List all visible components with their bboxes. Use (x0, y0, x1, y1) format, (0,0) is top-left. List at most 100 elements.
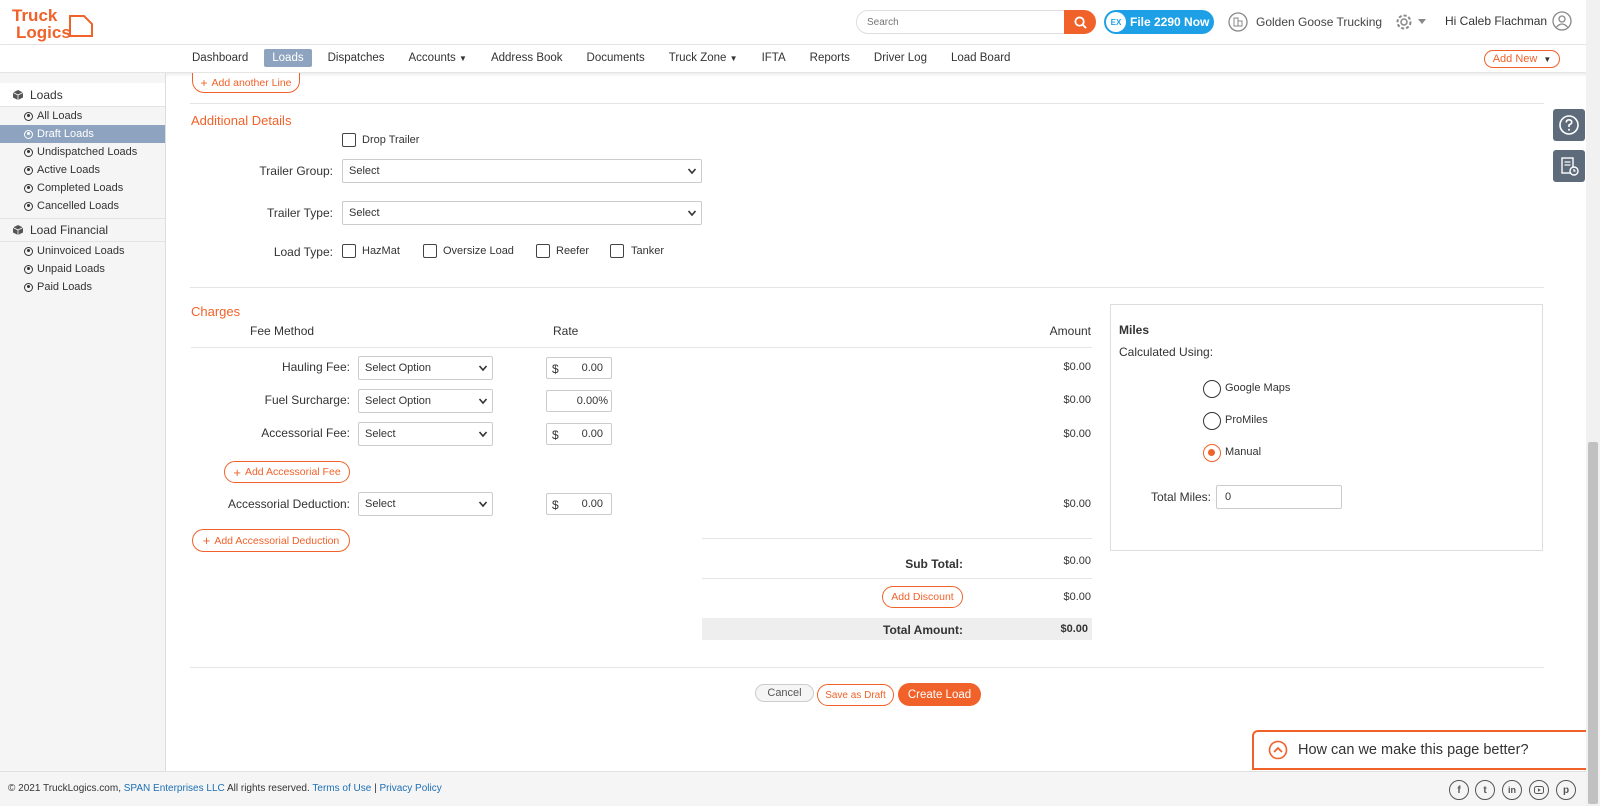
sidebar-item-cancelled-loads[interactable]: Cancelled Loads (0, 197, 165, 215)
create-load-button[interactable]: Create Load (898, 683, 981, 706)
facebook-icon[interactable]: f (1449, 780, 1469, 800)
total-amount-label: Total Amount: (883, 623, 963, 637)
sidebar-item-draft-loads[interactable]: Draft Loads (0, 125, 165, 143)
nav-documents[interactable]: Documents (579, 49, 653, 67)
accessorial-method-value: Select (365, 428, 396, 440)
promiles-radio[interactable] (1203, 412, 1221, 430)
fuel-rate-input[interactable]: 0.00% (546, 390, 612, 412)
total-miles-input[interactable]: 0 (1216, 485, 1342, 509)
accessorial-deduction-label: Accessorial Deduction: (227, 497, 350, 511)
divider (190, 103, 1544, 104)
linkedin-icon[interactable]: in (1502, 780, 1522, 800)
add-another-line-button[interactable]: + Add another Line (192, 73, 300, 93)
hauling-rate-input[interactable]: $ 0.00 (546, 357, 612, 379)
nav-ifta[interactable]: IFTA (754, 49, 794, 67)
oversize-load-label: Oversize Load (443, 245, 514, 257)
sidebar-item-paid-loads[interactable]: Paid Loads (0, 278, 165, 296)
hauling-rate-value: 0.00 (581, 362, 603, 374)
sidebar-item-label: Completed Loads (37, 182, 124, 194)
feedback-widget[interactable]: How can we make this page better? (1252, 730, 1586, 770)
add-accessorial-deduction-label: Add Accessorial Deduction (214, 534, 340, 547)
reefer-checkbox[interactable] (536, 244, 550, 258)
span-enterprises-link[interactable]: SPAN Enterprises LLC (124, 783, 225, 794)
terms-of-use-link[interactable]: Terms of Use (312, 783, 371, 794)
totals-divider (702, 578, 1092, 579)
footer-separator: | (374, 783, 377, 794)
sidebar-heading-load-financial[interactable]: Load Financial (0, 218, 165, 242)
add-new-button[interactable]: Add New ▼ (1484, 50, 1560, 68)
footer-text: © 2021 TruckLogics.com, SPAN Enterprises… (8, 783, 442, 794)
nav-accounts-label: Accounts (408, 52, 456, 64)
search-button[interactable] (1064, 10, 1096, 34)
accessorial-fee-label: Accessorial Fee: (261, 426, 350, 440)
nav-dispatches[interactable]: Dispatches (320, 49, 393, 67)
accessorial-rate-input[interactable]: $ 0.00 (546, 423, 612, 445)
nav-loads[interactable]: Loads (264, 49, 312, 67)
hazmat-checkbox[interactable] (342, 244, 356, 258)
nav-load-board[interactable]: Load Board (943, 49, 1018, 67)
tanker-checkbox[interactable] (610, 244, 624, 258)
add-accessorial-fee-button[interactable]: + Add Accessorial Fee (224, 461, 350, 483)
fuel-surcharge-method-select[interactable]: Select Option (358, 389, 493, 413)
cancel-button[interactable]: Cancel (755, 684, 814, 702)
file-2290-button[interactable]: EX File 2290 Now (1104, 10, 1214, 34)
search-input[interactable] (856, 10, 1066, 34)
top-header: Truck Logics EX File 2290 Now Golden Goo… (0, 0, 1600, 45)
add-new-label: Add New (1492, 53, 1538, 65)
hauling-amount: $0.00 (1063, 361, 1091, 373)
sidebar-heading-loads[interactable]: Loads (0, 83, 165, 107)
page-scrollbar[interactable] (1586, 0, 1600, 806)
sidebar-item-uninvoiced-loads[interactable]: Uninvoiced Loads (0, 242, 165, 260)
plus-icon: + (233, 464, 241, 480)
privacy-policy-link[interactable]: Privacy Policy (379, 783, 441, 794)
help-button[interactable] (1553, 109, 1585, 141)
bullet-icon (24, 183, 33, 193)
sidebar-item-all-loads[interactable]: All Loads (0, 107, 165, 125)
accessorial-deduction-method-select[interactable]: Select (358, 492, 493, 516)
nav-truck-zone[interactable]: Truck Zone ▼ (661, 49, 746, 67)
google-maps-radio[interactable] (1203, 380, 1221, 398)
promiles-label: ProMiles (1225, 414, 1268, 426)
sidebar-item-active-loads[interactable]: Active Loads (0, 161, 165, 179)
fuel-amount: $0.00 (1063, 394, 1091, 406)
company-switcher[interactable]: Golden Goose Trucking (1228, 12, 1382, 32)
sidebar-item-completed-loads[interactable]: Completed Loads (0, 179, 165, 197)
accessorial-fee-method-select[interactable]: Select (358, 422, 493, 446)
pinterest-icon[interactable]: p (1556, 780, 1576, 800)
sidebar-item-label: Active Loads (37, 164, 100, 176)
rights-text: All rights reserved. (226, 783, 310, 794)
hauling-fee-method-select[interactable]: Select Option (358, 356, 493, 380)
nav-driver-log[interactable]: Driver Log (866, 49, 935, 67)
chevron-down-icon (687, 210, 697, 217)
oversize-load-checkbox[interactable] (423, 244, 437, 258)
twitter-icon[interactable]: t (1475, 780, 1495, 800)
bullet-icon (24, 264, 33, 274)
add-discount-button[interactable]: Add Discount (882, 586, 963, 608)
calculated-using-label: Calculated Using: (1119, 345, 1214, 359)
trailer-group-select[interactable]: Select (342, 159, 702, 183)
nav-accounts[interactable]: Accounts ▼ (401, 49, 475, 67)
notes-button[interactable] (1553, 150, 1585, 182)
trucklogics-logo[interactable]: Truck Logics (10, 4, 96, 42)
cube-icon (12, 89, 24, 100)
rate-header: Rate (553, 324, 579, 338)
youtube-icon[interactable] (1529, 780, 1549, 800)
sidebar-item-unpaid-loads[interactable]: Unpaid Loads (0, 260, 165, 278)
deduction-rate-input[interactable]: $ 0.00 (546, 493, 612, 515)
drop-trailer-checkbox[interactable] (342, 133, 356, 147)
sidebar-item-undispatched-loads[interactable]: Undispatched Loads (0, 143, 165, 161)
manual-radio[interactable] (1203, 444, 1221, 462)
deduction-rate-value: 0.00 (581, 498, 603, 510)
add-another-line-label: Add another Line (211, 76, 292, 89)
trailer-type-select[interactable]: Select (342, 201, 702, 225)
add-accessorial-deduction-button[interactable]: + Add Accessorial Deduction (192, 529, 350, 552)
hauling-fee-label: Hauling Fee: (281, 360, 350, 374)
user-avatar-icon[interactable] (1552, 11, 1572, 31)
nav-address-book[interactable]: Address Book (483, 49, 571, 67)
settings-menu[interactable] (1394, 12, 1426, 32)
sidebar-item-label: Undispatched Loads (37, 146, 138, 158)
scrollbar-thumb[interactable] (1588, 442, 1598, 804)
nav-dashboard[interactable]: Dashboard (184, 49, 256, 67)
save-as-draft-button[interactable]: Save as Draft (817, 684, 894, 706)
nav-reports[interactable]: Reports (802, 49, 858, 67)
